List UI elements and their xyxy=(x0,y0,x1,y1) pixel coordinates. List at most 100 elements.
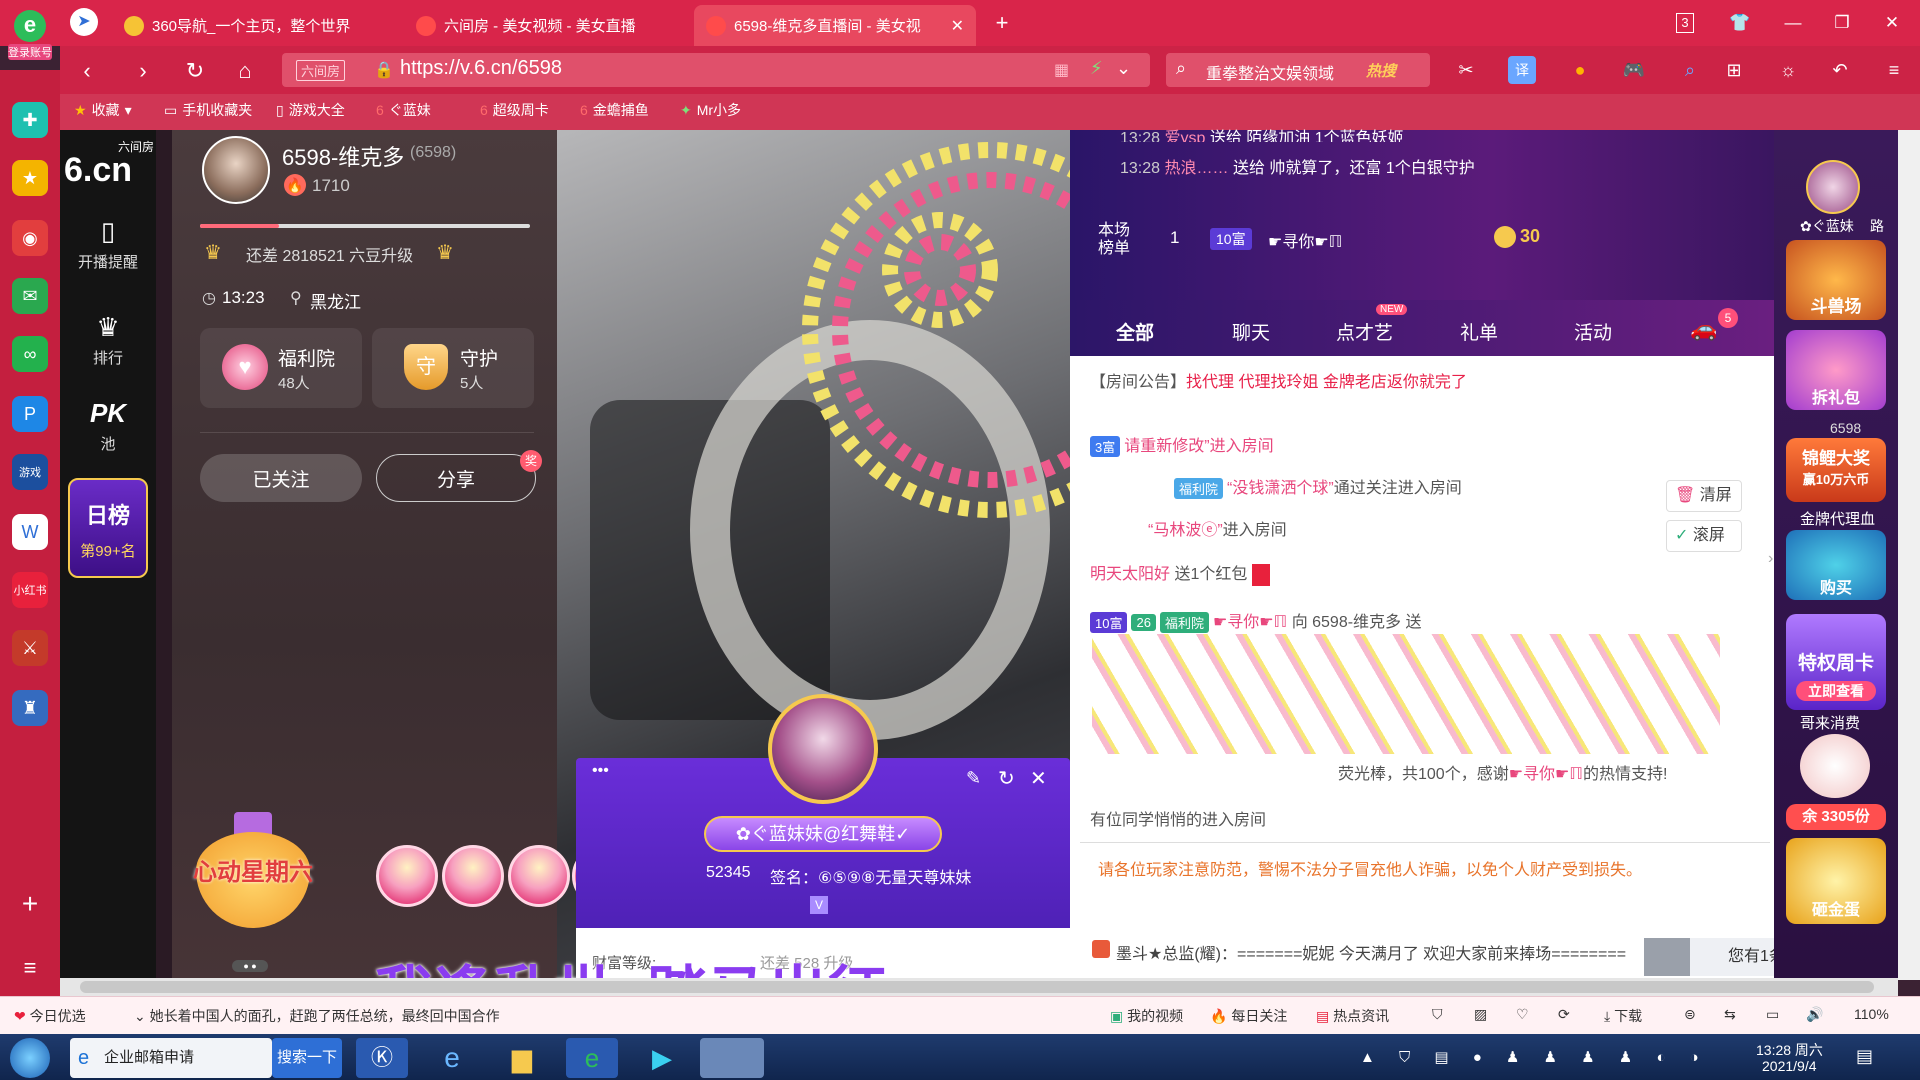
active-window-thumbnail[interactable] xyxy=(700,1038,764,1078)
zoom-level[interactable]: 110% xyxy=(1854,1006,1889,1022)
magnifier-icon[interactable]: ⌕ xyxy=(1676,56,1704,84)
tab-6cn-home[interactable]: 六间房 - 美女视频 - 美女直播 xyxy=(404,5,688,46)
follow-button[interactable]: 已关注 xyxy=(200,454,362,502)
image-icon[interactable]: ▨ xyxy=(1474,1006,1487,1023)
sidebar-arrow-icon[interactable]: ➤ xyxy=(70,8,98,36)
today-picks[interactable]: ❤ 今日优选 xyxy=(14,1006,86,1026)
url-text[interactable]: https://v.6.cn/6598 xyxy=(400,57,562,80)
home-button[interactable]: ⌂ xyxy=(230,57,260,85)
headline-link[interactable]: ⌄ 她长着中国人的面孔，赶跑了两任总统，最终回中国合作 xyxy=(134,1006,544,1026)
golden-egg-button[interactable]: 砸金蛋 xyxy=(1786,838,1886,924)
vip-weekcard-button[interactable]: 特权周卡 立即查看 xyxy=(1786,614,1886,710)
heart-outline-icon[interactable]: ♡ xyxy=(1516,1006,1529,1023)
car-icon[interactable]: 🚗 xyxy=(1690,316,1717,342)
download-link[interactable]: ⤓ 下载 xyxy=(1604,1006,1642,1026)
menu-icon[interactable]: ≡ xyxy=(1880,56,1908,84)
restore-button[interactable]: ❐ xyxy=(1827,10,1857,36)
tab-chat[interactable]: 聊天 xyxy=(1232,318,1270,345)
close-tab-icon[interactable]: ✕ xyxy=(951,16,964,36)
close-icon[interactable]: ✕ xyxy=(1030,766,1047,791)
nav-ranking[interactable]: ♛ 排行 xyxy=(60,312,156,368)
bookmark-lanmei[interactable]: 6 ぐ蓝妹 xyxy=(376,100,431,120)
castle-game-icon[interactable]: ♜ xyxy=(12,690,48,726)
bookmark-games[interactable]: ▯ 游戏大全 xyxy=(276,100,345,120)
koi-prize-button[interactable]: 锦鲤大奖 赢10万六币 xyxy=(1786,438,1886,502)
refresh-button[interactable]: ↻ xyxy=(180,57,210,85)
system-tray-icons[interactable]: ▲ ⛉ ▤ ● ♟ ♟ ♟ ♟ ◐ ◑ ▣ ▬ 🔊 xyxy=(1360,1038,1720,1078)
bookmark-fishing[interactable]: 6 金蟾捕鱼 xyxy=(580,100,649,120)
guard-card[interactable]: 守 守护 5人 xyxy=(372,328,534,408)
login-label[interactable]: 登录账号 xyxy=(8,44,52,60)
scroll-screen-button[interactable]: ✓ 滚屏 xyxy=(1666,520,1742,552)
window-icon[interactable]: ▭ xyxy=(1766,1006,1779,1023)
clock-date[interactable]: 2021/9/4 xyxy=(1762,1058,1817,1074)
qr-icon[interactable]: ▦ xyxy=(1054,60,1069,80)
share-button[interactable]: 分享 xyxy=(376,454,536,502)
chat-collapse-arrow[interactable]: › xyxy=(1768,550,1773,568)
more-icon[interactable]: ••• xyxy=(592,762,609,780)
hot-news-link[interactable]: ▤ 热点资讯 xyxy=(1316,1006,1389,1026)
nav-pk-pool[interactable]: PK 池 xyxy=(60,398,156,454)
clock-time[interactable]: 13:28 周六 xyxy=(1756,1040,1823,1060)
brightness-icon[interactable]: ☼ xyxy=(1774,56,1802,84)
event-heart-badge[interactable]: 心动星期六 xyxy=(178,812,328,932)
rank-user[interactable]: ☛寻你☛ℿ xyxy=(1268,228,1342,252)
viewer-avatar[interactable] xyxy=(1806,160,1860,214)
add-sidebar-icon[interactable]: + xyxy=(12,886,48,922)
edit-icon[interactable]: ✎ xyxy=(966,768,981,789)
taskbar-search-button[interactable]: 搜索一下 xyxy=(272,1038,342,1078)
mail-icon[interactable]: ✉ xyxy=(12,278,48,314)
site-logo[interactable]: 六间房 6.cn xyxy=(64,138,154,190)
game-icon[interactable]: 游戏 xyxy=(12,454,48,490)
minimize-button[interactable]: — xyxy=(1778,10,1808,36)
video-player-icon[interactable]: ▶ xyxy=(636,1038,688,1078)
vertical-scrollbar[interactable] xyxy=(1898,130,1920,980)
tab-6598-room[interactable]: 6598-维克多直播间 - 美女视 ✕ xyxy=(694,5,976,46)
back-button[interactable]: ‹ xyxy=(72,57,102,85)
close-window-button[interactable]: ✕ xyxy=(1877,10,1907,36)
bookmark-mobile[interactable]: ▭ 手机收藏夹 xyxy=(164,100,252,120)
search-input[interactable]: 重拳整治文娱领域 xyxy=(1206,60,1334,84)
app-p-icon[interactable]: P xyxy=(12,396,48,432)
taskbar-ie-item[interactable]: e 企业邮箱申请 xyxy=(70,1038,272,1078)
coin-icon[interactable]: ● xyxy=(1566,56,1594,84)
clear-screen-button[interactable]: 🗑 清屏 xyxy=(1666,480,1742,512)
view-now-button[interactable]: 立即查看 xyxy=(1796,681,1876,701)
refresh-icon[interactable]: ↻ xyxy=(998,766,1015,791)
bookmark-favorites[interactable]: ★ 收藏 ▾ xyxy=(74,100,132,120)
apps-grid-icon[interactable]: ⊞ xyxy=(1720,56,1748,84)
my-video-link[interactable]: ▣ 我的视频 xyxy=(1110,1006,1183,1026)
file-explorer-icon[interactable]: ▆ xyxy=(496,1038,548,1078)
hot-search-label[interactable]: 热搜 xyxy=(1366,60,1396,81)
new-tab-button[interactable]: + xyxy=(987,10,1017,36)
lucky-cat-icon[interactable] xyxy=(1800,734,1870,798)
game-app-icon[interactable]: ⚔ xyxy=(12,630,48,666)
daily-follow-link[interactable]: 🔥 每日关注 xyxy=(1210,1006,1287,1026)
hongshu-icon[interactable]: 小红书 xyxy=(12,572,48,608)
volume-icon[interactable]: 🔊 xyxy=(1806,1006,1823,1023)
speed-icon[interactable]: ⟳ xyxy=(1558,1006,1570,1023)
undo-icon[interactable]: ↶ xyxy=(1826,56,1854,84)
ie-browser-icon[interactable]: e xyxy=(426,1038,478,1078)
tab-talent[interactable]: 点才艺 xyxy=(1336,318,1393,345)
notification-icon[interactable]: ▤ xyxy=(1856,1046,1873,1067)
bookmark-mrxiaoduo[interactable]: ✦ Mr小多 xyxy=(680,100,741,120)
star-favorites-icon[interactable]: ★ xyxy=(12,160,48,196)
chevron-down-icon[interactable]: ⌄ xyxy=(1116,58,1131,79)
tab-360-nav[interactable]: 360导航_一个主页，整个世界 xyxy=(112,5,398,46)
sidebar-app-icon-1[interactable]: ✚ xyxy=(12,102,48,138)
tab-activity[interactable]: 活动 xyxy=(1574,318,1612,345)
360-browser-taskbar-icon[interactable]: e xyxy=(566,1038,618,1078)
weibo-icon[interactable]: ◉ xyxy=(12,220,48,256)
shirt-icon[interactable]: 👕 xyxy=(1725,10,1755,36)
gift-pack-button[interactable]: 拆礼包 xyxy=(1786,330,1886,410)
sync-icon[interactable]: ⇆ xyxy=(1724,1006,1736,1023)
bookmark-weekcard[interactable]: 6 超级周卡 xyxy=(480,100,549,120)
nav-live-reminder[interactable]: ▯ 开播提醒 xyxy=(60,216,156,272)
kugou-icon[interactable]: Ⓚ xyxy=(356,1038,408,1078)
host-avatar[interactable] xyxy=(202,136,270,204)
rank-label[interactable]: 本场榜单 xyxy=(1098,222,1132,258)
start-button[interactable] xyxy=(10,1038,50,1078)
sync-icon[interactable]: ∞ xyxy=(12,336,48,372)
carousel-dots[interactable]: ● ● xyxy=(232,960,268,972)
